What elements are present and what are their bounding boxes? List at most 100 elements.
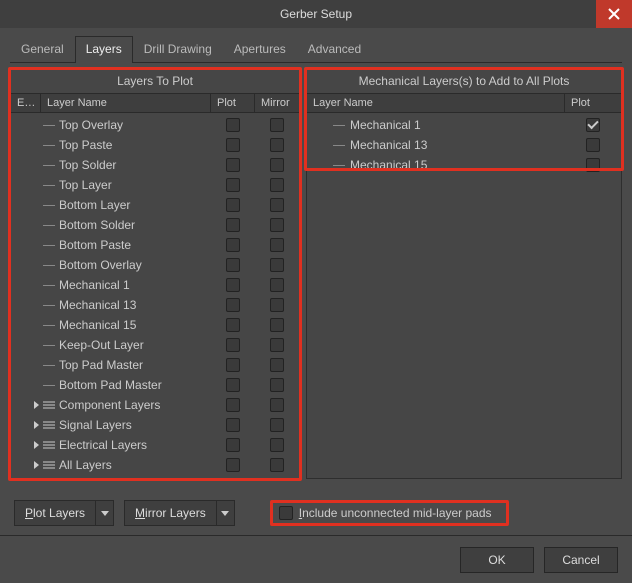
table-row[interactable]: Top Pad Master xyxy=(11,355,299,375)
mirror-checkbox[interactable] xyxy=(270,398,284,412)
table-row[interactable]: Bottom Overlay xyxy=(11,255,299,275)
titlebar: Gerber Setup xyxy=(0,0,632,28)
expand-cell[interactable] xyxy=(11,461,41,469)
expand-cell[interactable] xyxy=(11,401,41,409)
layer-label: Bottom Pad Master xyxy=(59,378,162,392)
plot-checkbox[interactable] xyxy=(226,158,240,172)
mirror-checkbox[interactable] xyxy=(270,198,284,212)
mirror-checkbox[interactable] xyxy=(270,298,284,312)
mech-plot-checkbox[interactable] xyxy=(586,158,600,172)
table-row[interactable]: Top Solder xyxy=(11,155,299,175)
cancel-button[interactable]: Cancel xyxy=(544,547,618,573)
tab-advanced[interactable]: Advanced xyxy=(297,36,372,62)
mirror-layers-dropdown[interactable] xyxy=(216,501,234,525)
col-layer-name[interactable]: Layer Name xyxy=(41,94,211,112)
expand-cell[interactable] xyxy=(11,421,41,429)
plot-checkbox[interactable] xyxy=(226,178,240,192)
plot-checkbox[interactable] xyxy=(226,298,240,312)
plot-checkbox[interactable] xyxy=(226,398,240,412)
plot-checkbox[interactable] xyxy=(226,138,240,152)
tab-drill-drawing[interactable]: Drill Drawing xyxy=(133,36,223,62)
close-button[interactable] xyxy=(596,0,632,28)
table-row[interactable]: Mechanical 1 xyxy=(307,115,621,135)
table-row[interactable]: Bottom Layer xyxy=(11,195,299,215)
table-row[interactable]: Mechanical 15 xyxy=(11,315,299,335)
table-row[interactable]: Bottom Solder xyxy=(11,215,299,235)
table-row[interactable]: Top Layer xyxy=(11,175,299,195)
mirror-checkbox[interactable] xyxy=(270,418,284,432)
layer-name-cell: Top Solder xyxy=(41,158,211,172)
mirror-checkbox[interactable] xyxy=(270,378,284,392)
table-row[interactable]: Mechanical 13 xyxy=(11,295,299,315)
plot-cell xyxy=(211,318,255,332)
layer-line-icon xyxy=(43,145,55,146)
plot-checkbox[interactable] xyxy=(226,278,240,292)
table-row[interactable]: Keep-Out Layer xyxy=(11,335,299,355)
col-mech-layer-name[interactable]: Layer Name xyxy=(307,94,565,112)
table-row[interactable]: Signal Layers xyxy=(11,415,299,435)
table-row[interactable]: Top Paste xyxy=(11,135,299,155)
layer-group-icon xyxy=(43,461,55,469)
plot-checkbox[interactable] xyxy=(226,238,240,252)
mirror-checkbox[interactable] xyxy=(270,238,284,252)
plot-checkbox[interactable] xyxy=(226,458,240,472)
mirror-cell xyxy=(255,378,299,392)
layer-line-icon xyxy=(333,145,345,146)
col-mech-plot[interactable]: Plot xyxy=(565,94,621,112)
mirror-checkbox[interactable] xyxy=(270,318,284,332)
table-row[interactable]: Mechanical 15 xyxy=(307,155,621,175)
mirror-checkbox[interactable] xyxy=(270,158,284,172)
mirror-checkbox[interactable] xyxy=(270,278,284,292)
layer-name-cell: Bottom Layer xyxy=(41,198,211,212)
include-unconnected-checkbox[interactable] xyxy=(279,506,293,520)
plot-checkbox[interactable] xyxy=(226,318,240,332)
col-expand[interactable]: Ex... xyxy=(11,94,41,112)
layer-line-icon xyxy=(43,285,55,286)
col-mirror[interactable]: Mirror xyxy=(255,94,299,112)
mech-plot-cell xyxy=(565,138,621,152)
mirror-layers-button[interactable]: Mirror Layers xyxy=(124,500,235,526)
table-row[interactable]: Bottom Pad Master xyxy=(11,375,299,395)
plot-checkbox[interactable] xyxy=(226,218,240,232)
mirror-checkbox[interactable] xyxy=(270,138,284,152)
table-row[interactable]: Top Overlay xyxy=(11,115,299,135)
chevron-down-icon xyxy=(101,511,109,516)
mirror-checkbox[interactable] xyxy=(270,338,284,352)
mech-layer-name-cell: Mechanical 15 xyxy=(307,158,565,172)
col-plot[interactable]: Plot xyxy=(211,94,255,112)
plot-checkbox[interactable] xyxy=(226,338,240,352)
plot-checkbox[interactable] xyxy=(226,418,240,432)
plot-layers-button[interactable]: Plot Layers xyxy=(14,500,114,526)
mech-plot-checkbox[interactable] xyxy=(586,138,600,152)
plot-checkbox[interactable] xyxy=(226,198,240,212)
table-row[interactable]: Electrical Layers xyxy=(11,435,299,455)
tab-general[interactable]: General xyxy=(10,36,75,62)
mech-plot-checkbox[interactable] xyxy=(586,118,600,132)
window-title: Gerber Setup xyxy=(280,7,352,21)
mirror-checkbox[interactable] xyxy=(270,218,284,232)
tab-layers[interactable]: Layers xyxy=(75,36,133,63)
table-row[interactable]: Component Layers xyxy=(11,395,299,415)
tab-apertures[interactable]: Apertures xyxy=(223,36,297,62)
include-unconnected-label: Include unconnected mid-layer pads xyxy=(299,506,492,520)
mirror-checkbox[interactable] xyxy=(270,458,284,472)
plot-checkbox[interactable] xyxy=(226,118,240,132)
plot-checkbox[interactable] xyxy=(226,258,240,272)
table-row[interactable]: Mechanical 13 xyxy=(307,135,621,155)
expand-cell[interactable] xyxy=(11,441,41,449)
mirror-checkbox[interactable] xyxy=(270,118,284,132)
ok-button[interactable]: OK xyxy=(460,547,534,573)
layer-name-cell: Bottom Solder xyxy=(41,218,211,232)
plot-checkbox[interactable] xyxy=(226,378,240,392)
plot-layers-dropdown[interactable] xyxy=(95,501,113,525)
mirror-checkbox[interactable] xyxy=(270,258,284,272)
plot-checkbox[interactable] xyxy=(226,358,240,372)
plot-cell xyxy=(211,398,255,412)
mirror-checkbox[interactable] xyxy=(270,358,284,372)
mirror-checkbox[interactable] xyxy=(270,438,284,452)
table-row[interactable]: Mechanical 1 xyxy=(11,275,299,295)
table-row[interactable]: Bottom Paste xyxy=(11,235,299,255)
plot-checkbox[interactable] xyxy=(226,438,240,452)
mirror-checkbox[interactable] xyxy=(270,178,284,192)
table-row[interactable]: All Layers xyxy=(11,455,299,475)
